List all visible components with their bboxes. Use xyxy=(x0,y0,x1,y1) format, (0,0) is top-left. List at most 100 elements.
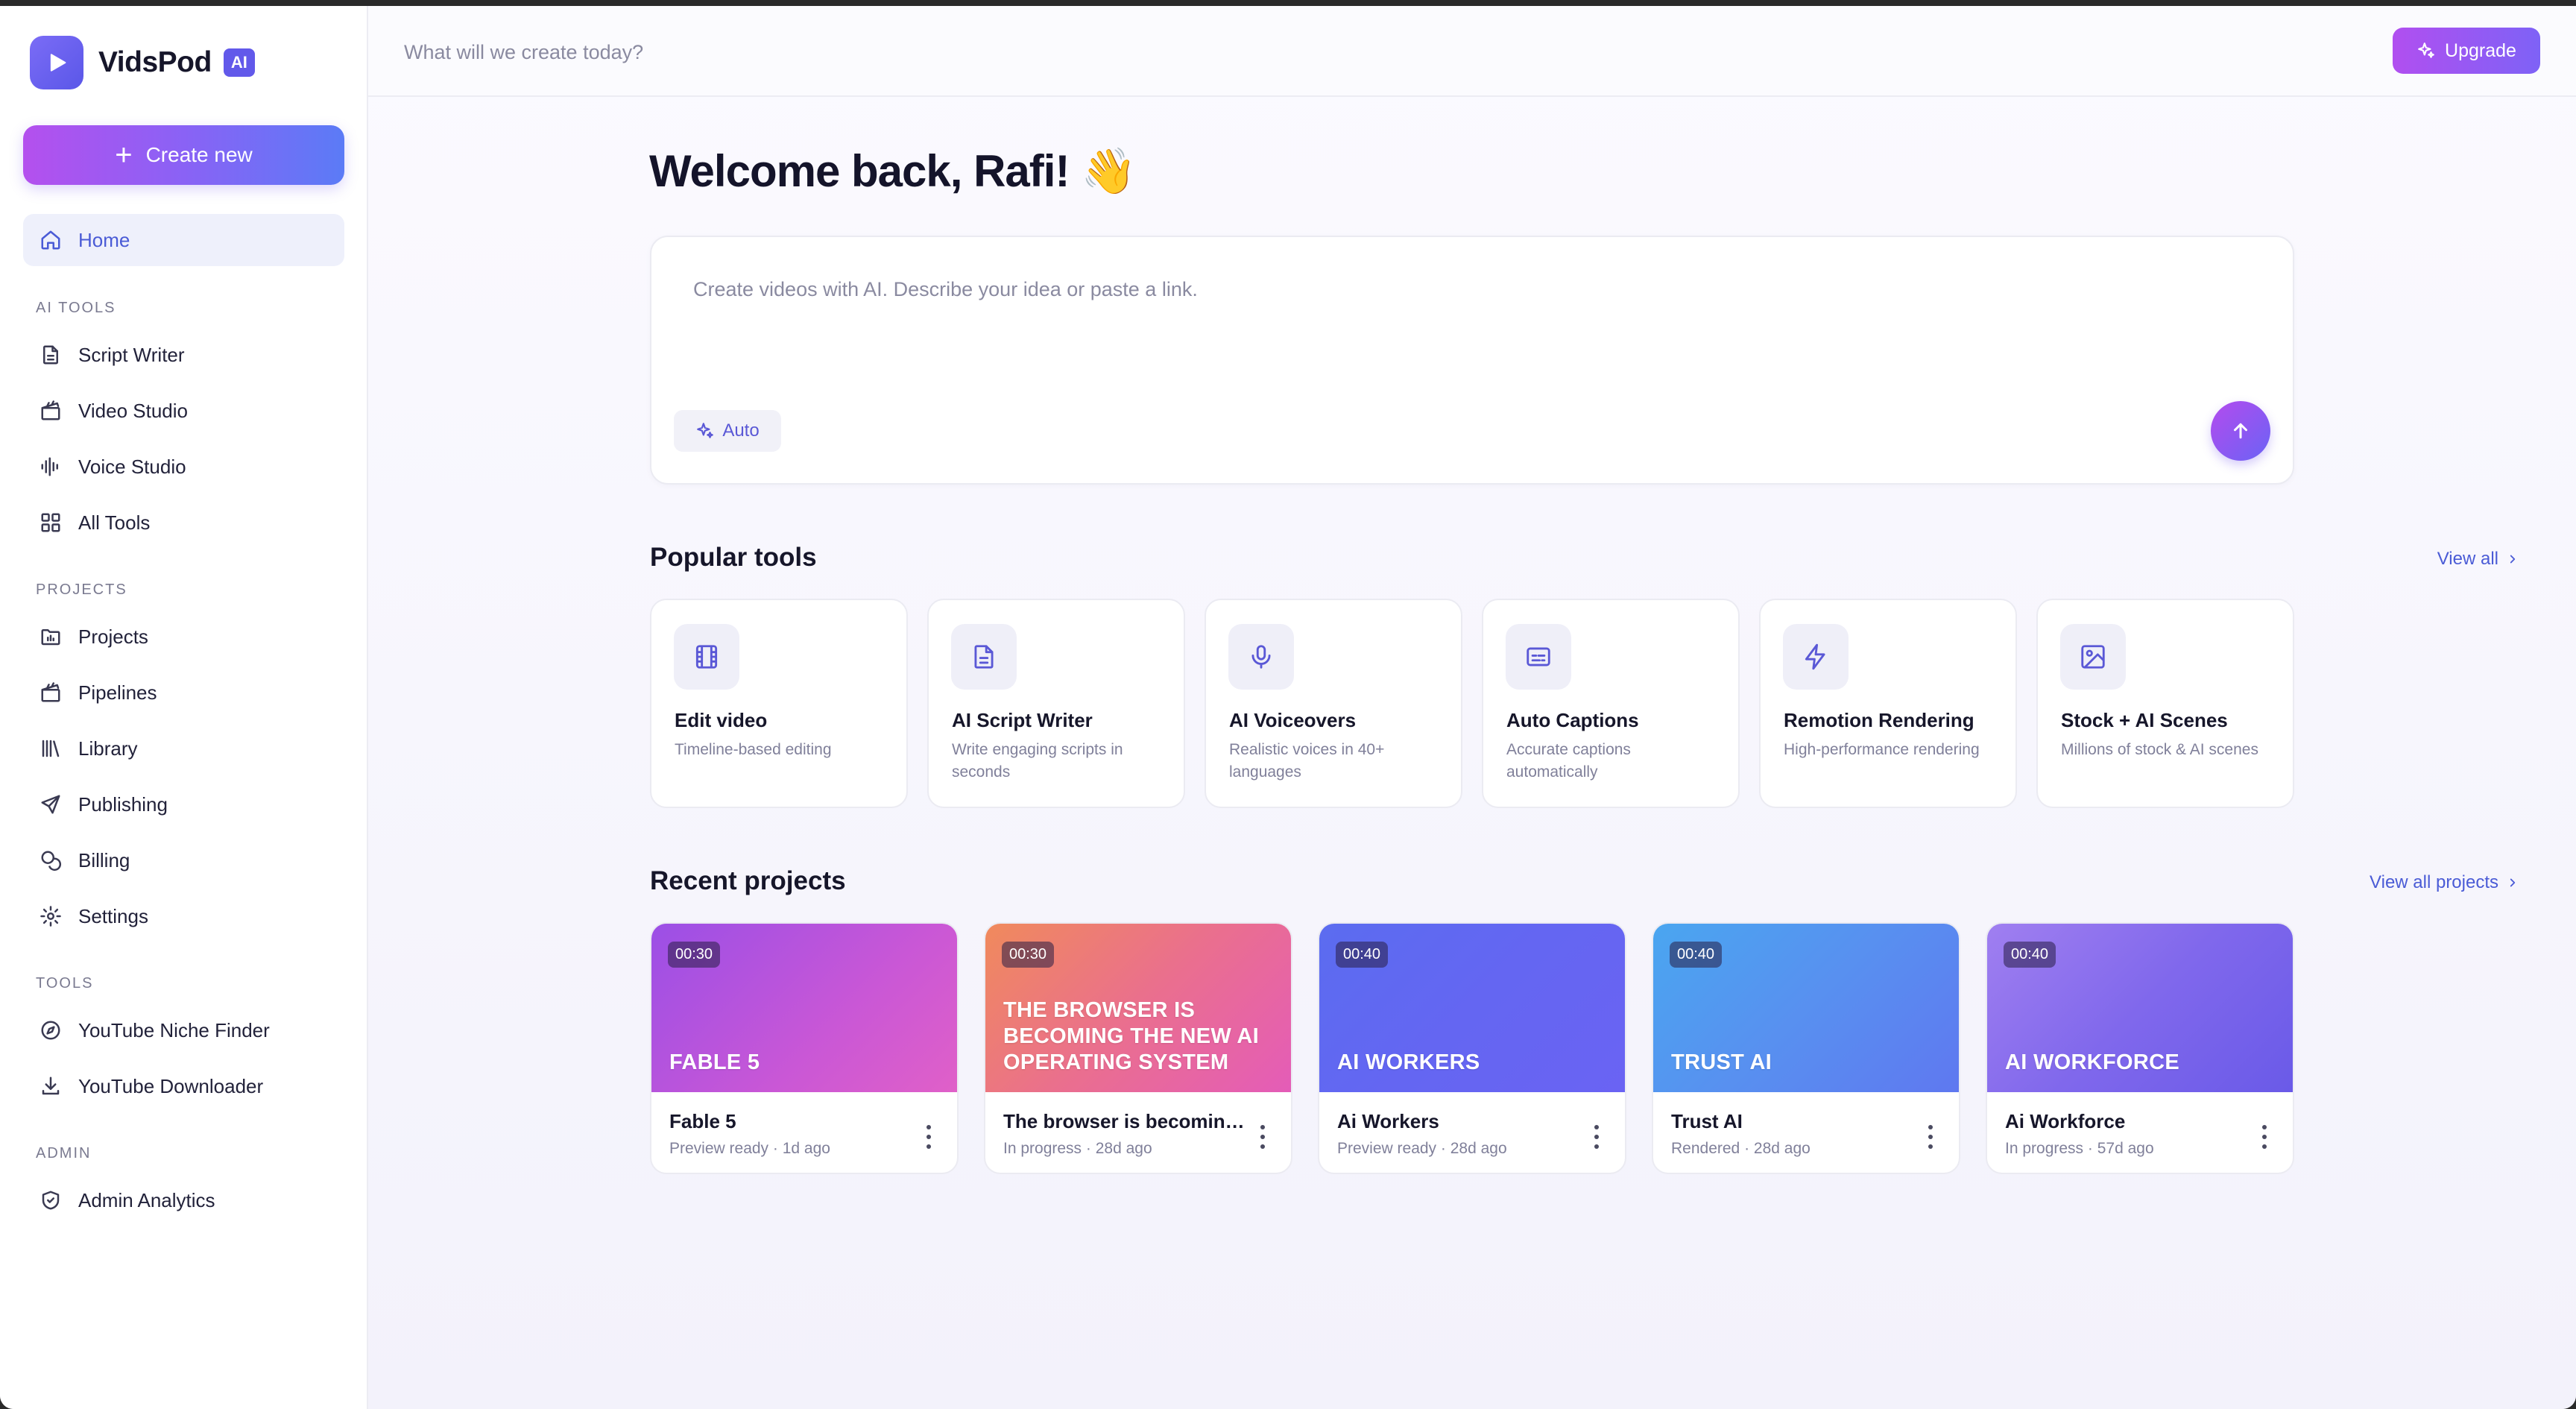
tool-card-remotion-rendering[interactable]: Remotion Rendering High-performance rend… xyxy=(1759,599,2017,808)
auto-mode-button[interactable]: Auto xyxy=(674,410,781,452)
sidebar-item-label: Projects xyxy=(78,625,148,648)
sidebar-item-label: YouTube Downloader xyxy=(78,1074,264,1097)
project-card[interactable]: 00:30 THE BROWSER IS BECOMING THE NEW AI… xyxy=(984,922,1292,1174)
project-thumbnail[interactable]: 00:30 THE BROWSER IS BECOMING THE NEW AI… xyxy=(985,924,1291,1092)
project-thumbnail[interactable]: 00:40 AI WORKERS xyxy=(1319,924,1625,1092)
project-thumbnail[interactable]: 00:40 TRUST AI xyxy=(1653,924,1959,1092)
popular-view-all-link[interactable]: View all xyxy=(2437,549,2519,570)
sidebar-item-admin-analytics[interactable]: Admin Analytics xyxy=(23,1174,344,1226)
topbar: Upgrade xyxy=(368,6,2576,97)
upgrade-label: Upgrade xyxy=(2445,40,2516,61)
download-icon xyxy=(40,1075,62,1097)
document-icon xyxy=(40,344,62,366)
project-meta: Preview ready · 1d ago xyxy=(669,1140,830,1157)
project-meta: Rendered · 28d ago xyxy=(1671,1140,1811,1157)
tool-description: High-performance rendering xyxy=(1784,741,1980,758)
sidebar-item-label: Home xyxy=(78,228,130,251)
project-meta: Preview ready · 28d ago xyxy=(1337,1140,1507,1157)
sidebar-item-library[interactable]: Library xyxy=(23,722,344,775)
tool-card-ai-script-writer[interactable]: AI Script Writer Write engaging scripts … xyxy=(927,599,1185,808)
sidebar-item-billing[interactable]: Billing xyxy=(23,834,344,886)
sidebar-item-voice-studio[interactable]: Voice Studio xyxy=(23,441,344,493)
sidebar-item-script-writer[interactable]: Script Writer xyxy=(23,329,344,381)
recent-view-all-link[interactable]: View all projects xyxy=(2370,872,2519,893)
view-all-projects-label: View all projects xyxy=(2370,872,2498,892)
sparkles-icon xyxy=(697,423,714,438)
thumbnail-title: THE BROWSER IS BECOMING THE NEW AI OPERA… xyxy=(1003,998,1259,1074)
coins-icon xyxy=(40,849,62,871)
project-name: Fable 5 xyxy=(669,1110,736,1132)
thumbnail-title: TRUST AI xyxy=(1671,1050,1772,1074)
section-label-ai-tools: AI TOOLS xyxy=(36,300,116,316)
tool-card-edit-video[interactable]: Edit video Timeline-based editing xyxy=(650,599,908,808)
project-card[interactable]: 00:40 TRUST AI Trust AI Rendered · 28d a… xyxy=(1652,922,1960,1174)
lightning-icon xyxy=(1783,624,1849,690)
project-thumbnail[interactable]: 00:40 AI WORKFORCE xyxy=(1987,924,2293,1092)
project-card[interactable]: 00:40 AI WORKERS Ai Workers Preview read… xyxy=(1318,922,1626,1174)
more-options-icon[interactable] xyxy=(921,1120,936,1153)
section-label-tools: TOOLS xyxy=(36,975,94,992)
auto-mode-label: Auto xyxy=(722,420,760,441)
recent-projects-title: Recent projects xyxy=(650,866,846,895)
shield-check-icon xyxy=(40,1189,62,1211)
section-label-admin: ADMIN xyxy=(36,1145,92,1161)
sidebar-item-publishing[interactable]: Publishing xyxy=(23,778,344,830)
image-icon xyxy=(2060,624,2126,690)
arrow-up-icon xyxy=(2234,423,2247,439)
project-meta: In progress · 28d ago xyxy=(1003,1140,1152,1157)
project-card[interactable]: 00:40 AI WORKFORCE Ai Workforce In progr… xyxy=(1986,922,2294,1174)
home-icon xyxy=(40,229,62,251)
chevron-right-icon xyxy=(2510,878,2516,887)
more-options-icon[interactable] xyxy=(1255,1120,1270,1153)
chevron-right-icon xyxy=(2510,555,2516,564)
project-card[interactable]: 00:30 FABLE 5 Fable 5 Preview ready · 1d… xyxy=(650,922,959,1174)
welcome-heading: Welcome back, Rafi! 👋 xyxy=(649,146,1137,196)
clapperboard-icon xyxy=(40,681,62,704)
project-thumbnail[interactable]: 00:30 FABLE 5 xyxy=(651,924,957,1092)
view-all-label: View all xyxy=(2437,549,2498,569)
sidebar-item-youtube-downloader[interactable]: YouTube Downloader xyxy=(23,1060,344,1112)
sidebar-item-home[interactable]: Home xyxy=(23,214,344,266)
audio-wave-icon xyxy=(40,456,62,478)
sidebar-item-all-tools[interactable]: All Tools xyxy=(23,497,344,549)
plus-icon: + xyxy=(115,139,133,171)
sidebar-item-label: Voice Studio xyxy=(78,455,186,478)
prompt-input[interactable] xyxy=(693,274,2184,304)
sidebar-item-video-studio[interactable]: Video Studio xyxy=(23,385,344,437)
tool-title: Stock + AI Scenes xyxy=(2061,709,2228,731)
sidebar-item-label: Video Studio xyxy=(78,399,188,422)
captions-icon xyxy=(1506,624,1571,690)
grid-icon xyxy=(40,511,62,534)
sidebar-item-pipelines[interactable]: Pipelines xyxy=(23,666,344,719)
clapperboard-icon xyxy=(40,400,62,422)
sidebar-item-projects[interactable]: Projects xyxy=(23,611,344,663)
tool-title: Remotion Rendering xyxy=(1784,709,1974,731)
sidebar-item-settings[interactable]: Settings xyxy=(23,890,344,942)
gear-icon xyxy=(40,905,62,927)
project-name: Trust AI xyxy=(1671,1110,1743,1132)
sidebar-item-youtube-niche-finder[interactable]: YouTube Niche Finder xyxy=(23,1004,344,1056)
tool-description: Accurate captions automatically xyxy=(1506,741,1631,781)
tool-description: Timeline-based editing xyxy=(675,741,832,758)
sidebar: VidsPod AI + Create new Home AI TOOLS Sc… xyxy=(0,6,368,1409)
create-new-button[interactable]: + Create new xyxy=(23,125,344,185)
more-options-icon[interactable] xyxy=(2257,1120,2272,1153)
upgrade-button[interactable]: Upgrade xyxy=(2393,28,2540,74)
project-meta: In progress · 57d ago xyxy=(2005,1140,2154,1157)
brand[interactable]: VidsPod AI xyxy=(30,36,255,89)
sidebar-item-label: Script Writer xyxy=(78,343,185,366)
more-options-icon[interactable] xyxy=(1923,1120,1938,1153)
brand-badge: AI xyxy=(223,48,255,77)
top-search-input[interactable] xyxy=(404,36,1075,69)
send-button[interactable] xyxy=(2211,401,2270,461)
more-options-icon[interactable] xyxy=(1589,1120,1604,1153)
tool-card-auto-captions[interactable]: Auto Captions Accurate captions automati… xyxy=(1482,599,1740,808)
sidebar-item-label: Admin Analytics xyxy=(78,1188,215,1211)
sidebar-item-label: Pipelines xyxy=(78,681,157,704)
app-window: VidsPod AI + Create new Home AI TOOLS Sc… xyxy=(0,6,2576,1409)
tool-card-ai-voiceovers[interactable]: AI Voiceovers Realistic voices in 40+ la… xyxy=(1205,599,1462,808)
play-logo-icon xyxy=(30,36,83,89)
document-icon xyxy=(951,624,1017,690)
sidebar-item-label: Billing xyxy=(78,848,130,871)
tool-card-stock-ai-scenes[interactable]: Stock + AI Scenes Millions of stock & AI… xyxy=(2036,599,2294,808)
